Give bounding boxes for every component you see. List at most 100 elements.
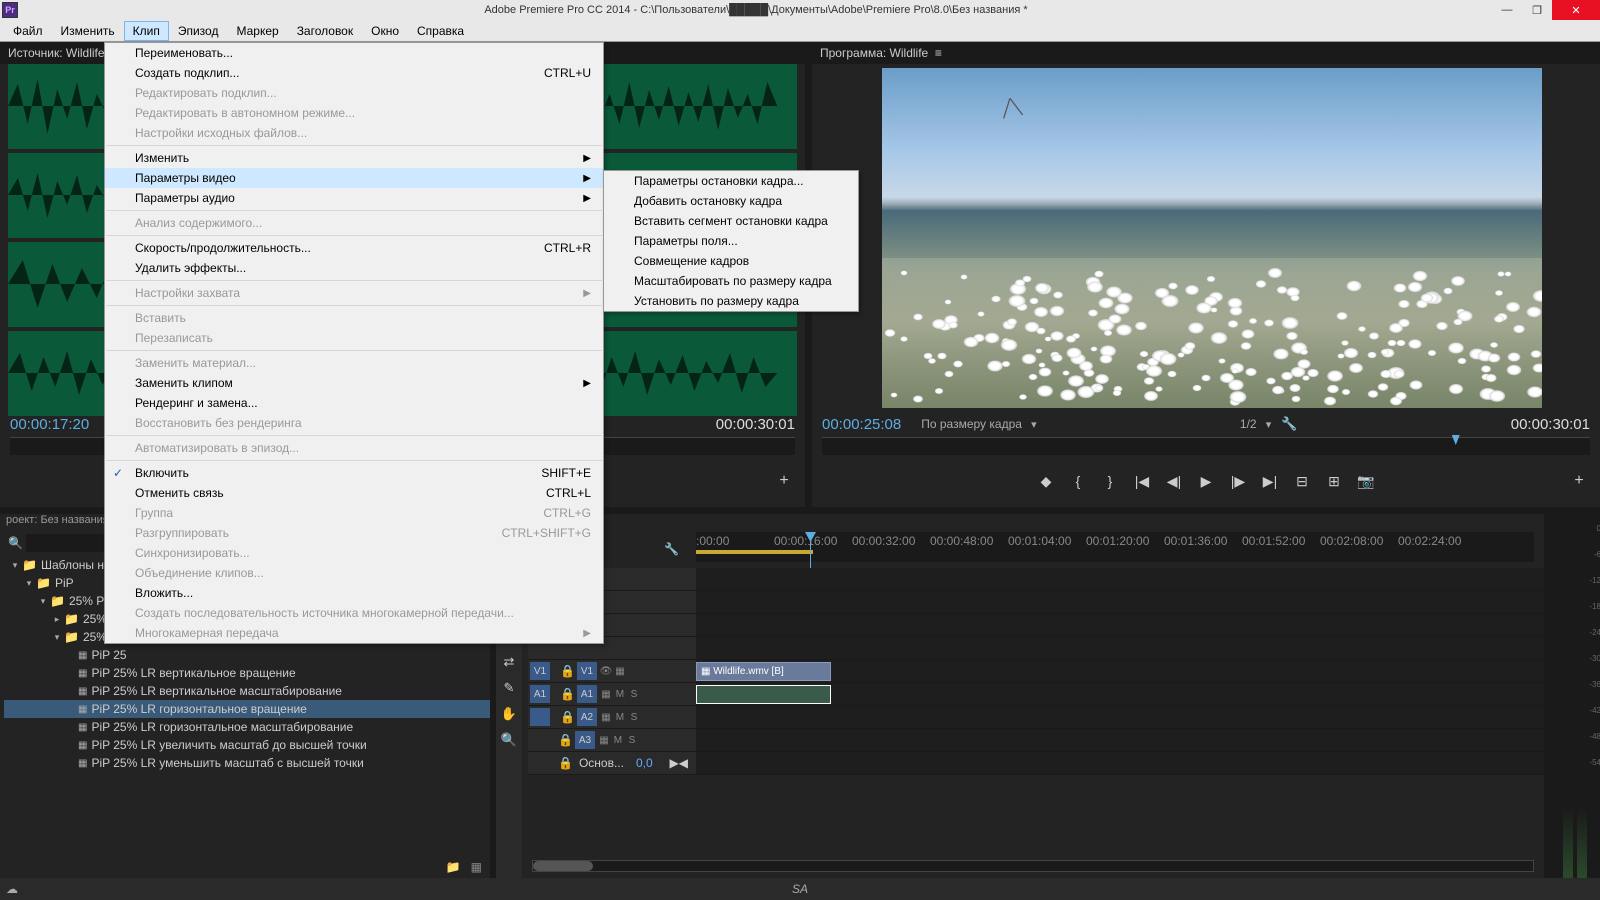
ruler-tick: 00:02:08:00 <box>1320 534 1383 548</box>
step-fwd-icon[interactable]: |▶ <box>1229 472 1247 490</box>
timeline-track[interactable]: A1🔒A1▦MS <box>528 683 1544 706</box>
sync-icon[interactable]: ☁ <box>6 882 18 896</box>
menu-item: Перезаписать <box>105 328 603 348</box>
menu-item[interactable]: Скорость/продолжительность...CTRL+R <box>105 238 603 258</box>
menu-изменить[interactable]: Изменить <box>52 21 124 41</box>
meter-left <box>1563 524 1573 878</box>
menu-item: Синхронизировать... <box>105 543 603 563</box>
ruler-tick: 00:00:48:00 <box>930 534 993 548</box>
menu-item[interactable]: Заменить клипом▶ <box>105 373 603 393</box>
program-transport: ◆ { } |◀ ◀| ▶ |▶ ▶| ⊟ ⊞ 📷 + <box>812 467 1600 495</box>
program-monitor[interactable]: ╱╲ <box>882 68 1542 408</box>
menu-item[interactable]: Создать подклип...CTRL+U <box>105 63 603 83</box>
menu-item[interactable]: Вложить... <box>105 583 603 603</box>
new-item-icon[interactable]: ▦ <box>471 860 482 874</box>
maximize-button[interactable]: ❐ <box>1522 0 1552 20</box>
menu-окно[interactable]: Окно <box>362 21 408 41</box>
playhead[interactable] <box>810 532 811 568</box>
menu-item: Редактировать в автономном режиме... <box>105 103 603 123</box>
out-point-icon[interactable]: } <box>1101 472 1119 490</box>
ruler-tick: 00:00:16:00 <box>774 534 837 548</box>
video-clip[interactable]: ▦ Wildlife.wmv [В] <box>696 662 831 681</box>
program-tab[interactable]: Программа: Wildlife ≡ <box>812 42 1600 64</box>
tree-item[interactable]: ▦PiP 25% LR вертикальное масштабирование <box>4 682 490 700</box>
audio-clip[interactable] <box>696 685 831 704</box>
tree-item[interactable]: ▦PiP 25% LR увеличить масштаб до высшей … <box>4 736 490 754</box>
pen-tool-icon[interactable]: ✎ <box>499 678 519 698</box>
menubar: ФайлИзменитьКлипЭпизодМаркерЗаголовокОкн… <box>0 20 1600 42</box>
menu-справка[interactable]: Справка <box>408 21 473 41</box>
menu-эпизод[interactable]: Эпизод <box>169 21 228 41</box>
timeline-ruler[interactable]: :00:0000:00:16:0000:00:32:0000:00:48:000… <box>696 532 1534 562</box>
resolution-dropdown[interactable]: 1/2 ▾ <box>1240 417 1271 431</box>
tree-item[interactable]: ▦PiP 25% LR уменьшить масштаб с высшей т… <box>4 754 490 772</box>
menu-маркер[interactable]: Маркер <box>227 21 287 41</box>
menu-item: ГруппаCTRL+G <box>105 503 603 523</box>
ruler-tick: 00:01:36:00 <box>1164 534 1227 548</box>
menu-файл[interactable]: Файл <box>4 21 52 41</box>
menu-клип[interactable]: Клип <box>124 21 169 41</box>
ruler-tick: 00:01:04:00 <box>1008 534 1071 548</box>
tree-item[interactable]: ▦PiP 25% LR вертикальное вращение <box>4 664 490 682</box>
timeline-track[interactable]: V1🔒V1👁▦▦ Wildlife.wmv [В] <box>528 660 1544 683</box>
close-button[interactable]: ✕ <box>1552 0 1600 20</box>
search-icon[interactable]: 🔍 <box>8 536 23 550</box>
menu-item[interactable]: ✓ВключитьSHIFT+E <box>105 463 603 483</box>
marker-icon[interactable]: ◆ <box>1037 472 1055 490</box>
in-point-icon[interactable]: { <box>1069 472 1087 490</box>
timeline-scrollbar[interactable] <box>532 860 1534 872</box>
menu-item[interactable]: Изменить▶ <box>105 148 603 168</box>
menu-item[interactable]: Параметры видео▶ <box>105 168 603 188</box>
source-timecode-out: 00:00:30:01 <box>716 416 795 433</box>
add-button-icon[interactable]: + <box>1570 472 1588 490</box>
add-button-icon[interactable]: + <box>775 472 793 490</box>
menu-item[interactable]: Рендеринг и замена... <box>105 393 603 413</box>
tree-item[interactable]: ▦PiP 25 <box>4 646 490 664</box>
new-bin-icon[interactable]: 📁 <box>446 860 461 874</box>
minimize-button[interactable]: — <box>1492 0 1522 20</box>
play-icon[interactable]: ▶ <box>1197 472 1215 490</box>
timeline-panel: ⌐ 🔧 :00:0000:00:16:0000:00:32:0000:00:48… <box>496 514 1544 878</box>
goto-in-icon[interactable]: |◀ <box>1133 472 1151 490</box>
slip-tool-icon[interactable]: ⇄ <box>499 652 519 672</box>
menu-item: Автоматизировать в эпизод... <box>105 438 603 458</box>
settings-icon[interactable]: 🔧 <box>664 542 679 556</box>
window-title: Adobe Premiere Pro CC 2014 - C:\Пользова… <box>20 4 1492 16</box>
source-timecode-in[interactable]: 00:00:17:20 <box>10 416 89 433</box>
tree-item[interactable]: ▦PiP 25% LR горизонтальное масштабирован… <box>4 718 490 736</box>
timeline-track[interactable]: 🔒A2▦MS <box>528 706 1544 729</box>
menu-item[interactable]: Отменить связьCTRL+L <box>105 483 603 503</box>
wrench-icon[interactable]: 🔧 <box>1281 416 1297 432</box>
program-ruler[interactable] <box>822 437 1590 455</box>
status-text: SA <box>792 882 808 896</box>
submenu-item[interactable]: Добавить остановку кадра <box>604 191 858 211</box>
hand-tool-icon[interactable]: ✋ <box>499 704 519 724</box>
menu-item: РазгруппироватьCTRL+SHIFT+G <box>105 523 603 543</box>
submenu-item[interactable]: Совмещение кадров <box>604 251 858 271</box>
lift-icon[interactable]: ⊟ <box>1293 472 1311 490</box>
menu-item: Анализ содержимого... <box>105 213 603 233</box>
program-timecode[interactable]: 00:00:25:08 <box>822 416 901 433</box>
menu-item[interactable]: Параметры аудио▶ <box>105 188 603 208</box>
menu-item[interactable]: Переименовать... <box>105 43 603 63</box>
menu-item: Настройки исходных файлов... <box>105 123 603 143</box>
menu-item[interactable]: Удалить эффекты... <box>105 258 603 278</box>
statusbar: ☁ SA <box>0 878 1600 900</box>
submenu-item[interactable]: Вставить сегмент остановки кадра <box>604 211 858 231</box>
goto-out-icon[interactable]: ▶| <box>1261 472 1279 490</box>
menu-заголовок[interactable]: Заголовок <box>288 21 362 41</box>
audio-meters: 0-6-12-18-24-30-36-42-48-54 <box>1550 514 1600 878</box>
export-frame-icon[interactable]: 📷 <box>1357 472 1375 490</box>
meter-right: 0-6-12-18-24-30-36-42-48-54 <box>1577 524 1587 878</box>
zoom-fit-dropdown[interactable]: По размеру кадра ▾ <box>921 417 1036 431</box>
tree-item[interactable]: ▦PiP 25% LR горизонтальное вращение <box>4 700 490 718</box>
zoom-tool-icon[interactable]: 🔍 <box>499 730 519 750</box>
extract-icon[interactable]: ⊞ <box>1325 472 1343 490</box>
step-back-icon[interactable]: ◀| <box>1165 472 1183 490</box>
submenu-item[interactable]: Масштабировать по размеру кадра <box>604 271 858 291</box>
submenu-item[interactable]: Параметры поля... <box>604 231 858 251</box>
submenu-item[interactable]: Установить по размеру кадра <box>604 291 858 311</box>
clip-menu-dropdown: Переименовать...Создать подклип...CTRL+U… <box>104 42 604 644</box>
app-icon: Pr <box>2 2 18 18</box>
submenu-item[interactable]: Параметры остановки кадра... <box>604 171 858 191</box>
